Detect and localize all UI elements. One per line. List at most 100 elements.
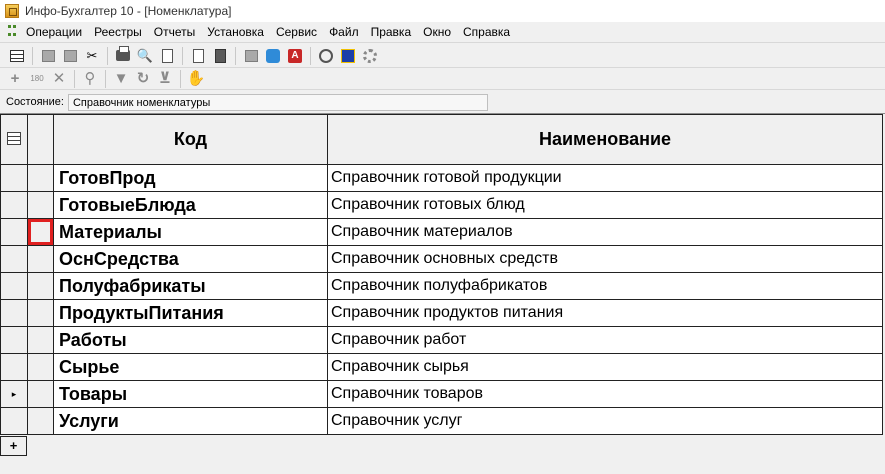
nomenclature-table: Код Наименование ГотовПрод Справочник го… bbox=[0, 114, 883, 435]
cell-name[interactable]: Справочник готовой продукции bbox=[327, 164, 883, 192]
help-icon[interactable] bbox=[264, 47, 282, 65]
row-indicator[interactable] bbox=[0, 191, 28, 219]
row-selector[interactable] bbox=[27, 164, 54, 192]
cell-code[interactable]: ГотовыеБлюда bbox=[53, 191, 328, 219]
cell-code[interactable]: Работы bbox=[53, 326, 328, 354]
row-indicator[interactable] bbox=[0, 326, 28, 354]
row-selector[interactable] bbox=[27, 245, 54, 273]
find-icon[interactable]: ⚲ bbox=[81, 70, 99, 88]
menu-setup[interactable]: Установка bbox=[201, 25, 270, 39]
table-corner[interactable] bbox=[0, 114, 28, 165]
cell-code[interactable]: ПродуктыПитания bbox=[53, 299, 328, 327]
table-row[interactable]: ГотовыеБлюда Справочник готовых блюд bbox=[0, 191, 883, 219]
row-selector[interactable] bbox=[27, 353, 54, 381]
cell-code[interactable]: Материалы bbox=[53, 218, 328, 246]
cut-icon[interactable]: ✂ bbox=[83, 47, 101, 65]
toolbar-separator bbox=[310, 46, 311, 65]
cell-name[interactable]: Справочник полуфабрикатов bbox=[327, 272, 883, 300]
column-header-code[interactable]: Код bbox=[53, 114, 328, 165]
row-selector[interactable] bbox=[27, 299, 54, 327]
rotate-icon[interactable]: 180 bbox=[28, 70, 46, 88]
move-icon[interactable]: ✋ bbox=[187, 70, 206, 88]
calculator-icon[interactable] bbox=[211, 47, 229, 65]
cell-name[interactable]: Справочник услуг bbox=[327, 407, 883, 435]
row-indicator[interactable] bbox=[0, 407, 28, 435]
row-indicator[interactable] bbox=[0, 272, 28, 300]
status-bar: Состояние: Справочник номенклатуры bbox=[0, 92, 885, 112]
document-icon[interactable] bbox=[189, 47, 207, 65]
refresh-icon[interactable]: ↻ bbox=[134, 70, 152, 88]
preview-icon[interactable]: 🔍 bbox=[136, 47, 154, 65]
menu-service[interactable]: Сервис bbox=[270, 25, 323, 39]
rotate-label: 180 bbox=[30, 73, 44, 83]
row-indicator[interactable] bbox=[0, 353, 28, 381]
table-row-current[interactable]: ▸ Товары Справочник товаров bbox=[0, 380, 883, 408]
table-row[interactable]: Сырье Справочник сырья bbox=[0, 353, 883, 381]
menu-grip-icon bbox=[8, 25, 16, 39]
new-row-icon[interactable]: + bbox=[0, 436, 27, 456]
menu-operations[interactable]: Операции bbox=[20, 25, 88, 39]
cell-name[interactable]: Справочник готовых блюд bbox=[327, 191, 883, 219]
menu-help[interactable]: Справка bbox=[457, 25, 516, 39]
grid-icon[interactable] bbox=[8, 47, 26, 65]
table-row[interactable]: Материалы Справочник материалов bbox=[0, 218, 883, 246]
row-indicator[interactable] bbox=[0, 245, 28, 273]
cell-name[interactable]: Справочник сырья bbox=[327, 353, 883, 381]
row-indicator[interactable] bbox=[0, 164, 28, 192]
cell-code[interactable]: Услуги bbox=[53, 407, 328, 435]
row-selector-highlighted[interactable] bbox=[27, 218, 54, 246]
cube-icon[interactable] bbox=[339, 47, 357, 65]
menu-registers[interactable]: Реестры bbox=[88, 25, 148, 39]
cell-name[interactable]: Справочник работ bbox=[327, 326, 883, 354]
row-selector[interactable] bbox=[27, 407, 54, 435]
cell-code[interactable]: Товары bbox=[53, 380, 328, 408]
copy-icon[interactable] bbox=[39, 47, 57, 65]
table-row[interactable]: Полуфабрикаты Справочник полуфабрикатов bbox=[0, 272, 883, 300]
table-row[interactable]: ОснСредства Справочник основных средств bbox=[0, 245, 883, 273]
cell-name[interactable]: Справочник материалов bbox=[327, 218, 883, 246]
print-icon[interactable] bbox=[114, 46, 132, 65]
cell-code[interactable]: ГотовПрод bbox=[53, 164, 328, 192]
cell-code[interactable]: Сырье bbox=[53, 353, 328, 381]
table-row[interactable]: Работы Справочник работ bbox=[0, 326, 883, 354]
toolbar-separator bbox=[182, 46, 183, 65]
row-indicator[interactable] bbox=[0, 299, 28, 327]
cell-code[interactable]: ОснСредства bbox=[53, 245, 328, 273]
row-selector[interactable] bbox=[27, 380, 54, 408]
column-header-name[interactable]: Наименование bbox=[327, 114, 883, 165]
title-bar: Инфо-Бухгалтер 10 - [Номенклатура] bbox=[0, 0, 885, 22]
window-title: Инфо-Бухгалтер 10 - [Номенклатура] bbox=[25, 4, 232, 18]
cell-code[interactable]: Полуфабрикаты bbox=[53, 272, 328, 300]
row-selector[interactable] bbox=[27, 272, 54, 300]
row-selector[interactable] bbox=[27, 326, 54, 354]
compass-icon[interactable] bbox=[317, 47, 335, 65]
row-selector[interactable] bbox=[27, 191, 54, 219]
delete-icon[interactable]: ✕ bbox=[50, 70, 68, 88]
status-field: Справочник номенклатуры bbox=[67, 93, 488, 111]
menu-edit[interactable]: Правка bbox=[365, 25, 418, 39]
menu-file[interactable]: Файл bbox=[323, 25, 365, 39]
table-row[interactable]: ПродуктыПитания Справочник продуктов пит… bbox=[0, 299, 883, 327]
cell-name[interactable]: Справочник товаров bbox=[327, 380, 883, 408]
menu-reports[interactable]: Отчеты bbox=[148, 25, 201, 39]
add-icon[interactable]: + bbox=[6, 70, 24, 88]
grid-settings-icon[interactable] bbox=[7, 132, 21, 145]
paste-icon[interactable] bbox=[61, 47, 79, 65]
clear-filter-icon[interactable]: ⊻ bbox=[156, 70, 174, 88]
menu-window[interactable]: Окно bbox=[417, 25, 457, 39]
report-icon[interactable] bbox=[242, 47, 260, 65]
acrobat-icon[interactable]: A bbox=[286, 47, 304, 65]
export-icon[interactable] bbox=[158, 47, 176, 65]
table-row[interactable]: Услуги Справочник услуг bbox=[0, 407, 883, 435]
table-row[interactable]: ГотовПрод Справочник готовой продукции bbox=[0, 164, 883, 192]
filter-icon[interactable]: ▼ bbox=[112, 70, 130, 88]
status-label: Состояние: bbox=[6, 96, 64, 108]
settings-icon[interactable] bbox=[361, 47, 379, 65]
app-abacus-icon[interactable] bbox=[5, 4, 19, 18]
toolbar-separator bbox=[107, 46, 108, 65]
cell-name[interactable]: Справочник продуктов питания bbox=[327, 299, 883, 327]
cell-name[interactable]: Справочник основных средств bbox=[327, 245, 883, 273]
toolbar-separator bbox=[235, 46, 236, 65]
row-indicator[interactable] bbox=[0, 218, 28, 246]
current-row-indicator-icon[interactable]: ▸ bbox=[0, 380, 28, 408]
